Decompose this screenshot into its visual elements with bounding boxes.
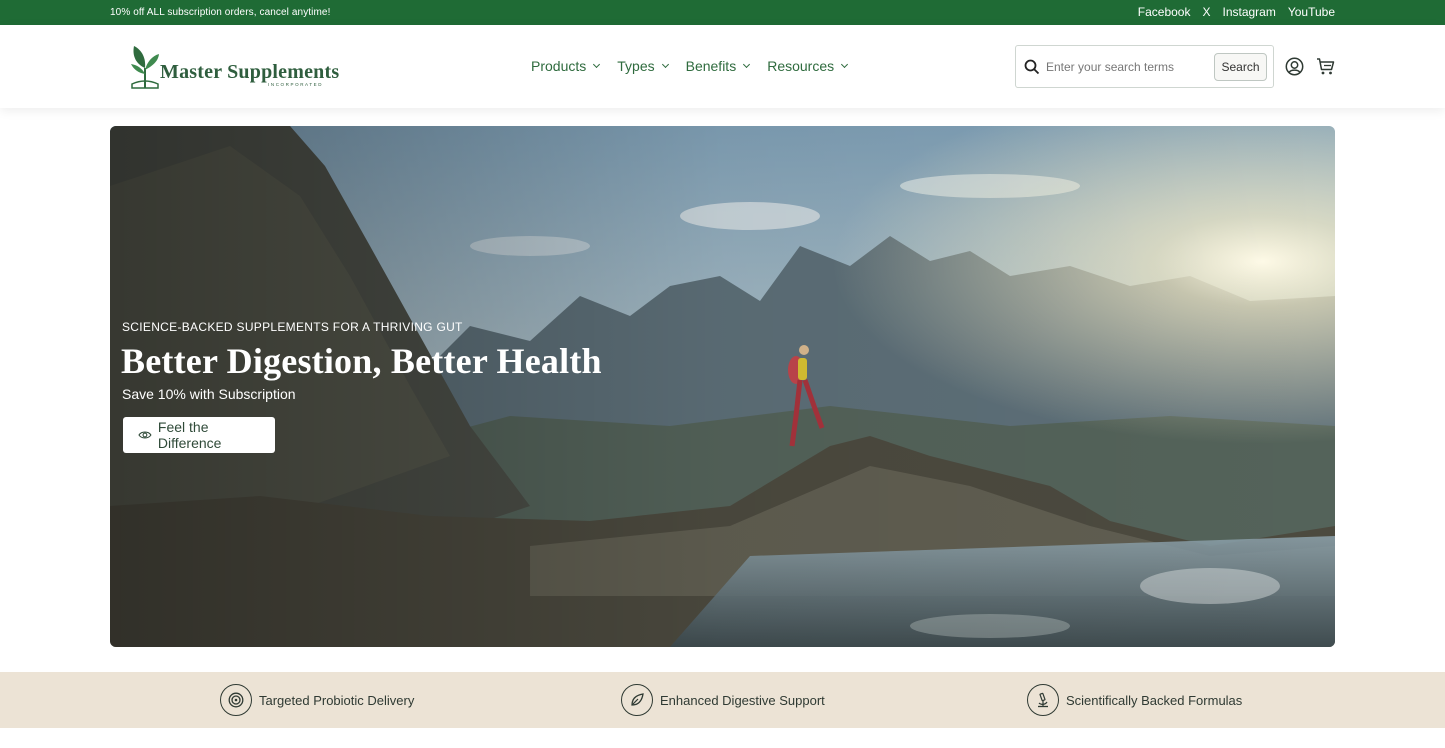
feature-item: Scientifically Backed Formulas — [1027, 684, 1242, 716]
chevron-down-icon — [593, 60, 601, 69]
social-link-facebook[interactable]: Facebook — [1138, 5, 1191, 19]
chevron-down-icon — [743, 60, 751, 69]
search-box: Search — [1015, 45, 1274, 88]
social-link-youtube[interactable]: YouTube — [1288, 5, 1335, 19]
nav-item-types[interactable]: Types — [617, 58, 669, 74]
logo-subtext: INCORPORATED — [268, 82, 324, 87]
feature-label: Scientifically Backed Formulas — [1066, 692, 1243, 708]
announcement-bar: 10% off ALL subscription orders, cancel … — [0, 0, 1445, 25]
target-icon — [220, 684, 252, 716]
nav-label: Types — [617, 58, 655, 74]
nav-label: Resources — [767, 58, 835, 74]
social-link-instagram[interactable]: Instagram — [1222, 5, 1275, 19]
search-input[interactable] — [1046, 54, 1216, 80]
nav-item-products[interactable]: Products — [531, 58, 601, 74]
account-icon[interactable] — [1285, 57, 1304, 76]
site-header: Master Supplements INCORPORATED Products… — [0, 25, 1445, 108]
search-icon — [1024, 59, 1040, 75]
main-nav: Products Types Benefits Resources — [531, 58, 849, 74]
cta-label: Feel the Difference — [157, 419, 222, 451]
hero-banner: SCIENCE-BACKED SUPPLEMENTS FOR A THRIVIN… — [110, 126, 1335, 647]
logo-text: Master Supplements — [160, 61, 340, 83]
chevron-down-icon — [661, 60, 669, 69]
feature-label: Targeted Probiotic Delivery — [259, 692, 415, 708]
feel-the-difference-button[interactable]: Feel the Difference — [123, 417, 275, 453]
logo-leaf-icon — [131, 46, 159, 89]
nav-item-benefits[interactable]: Benefits — [685, 58, 751, 74]
social-link-x[interactable]: X — [1202, 5, 1210, 19]
cart-icon[interactable] — [1316, 57, 1335, 76]
leaf-icon — [621, 684, 653, 716]
logo[interactable]: Master Supplements INCORPORATED — [128, 44, 339, 90]
eye-icon — [138, 431, 152, 439]
search-button[interactable]: Search — [1214, 53, 1267, 81]
feature-label: Enhanced Digestive Support — [660, 692, 825, 708]
microscope-icon — [1027, 684, 1059, 716]
promo-text: 10% off ALL subscription orders, cancel … — [110, 7, 331, 18]
feature-item: Targeted Probiotic Delivery — [220, 684, 414, 716]
social-links: Facebook X Instagram YouTube — [1138, 5, 1335, 19]
feature-strip: Targeted Probiotic Delivery Enhanced Dig… — [0, 672, 1445, 728]
chevron-down-icon — [841, 60, 849, 69]
nav-item-resources[interactable]: Resources — [767, 58, 849, 74]
hero-eyebrow: SCIENCE-BACKED SUPPLEMENTS FOR A THRIVIN… — [122, 320, 463, 334]
hero-headline: Better Digestion, Better Health — [121, 341, 602, 381]
hero-subline: Save 10% with Subscription — [122, 386, 296, 402]
feature-item: Enhanced Digestive Support — [621, 684, 825, 716]
nav-label: Benefits — [685, 58, 737, 74]
nav-label: Products — [531, 58, 587, 74]
